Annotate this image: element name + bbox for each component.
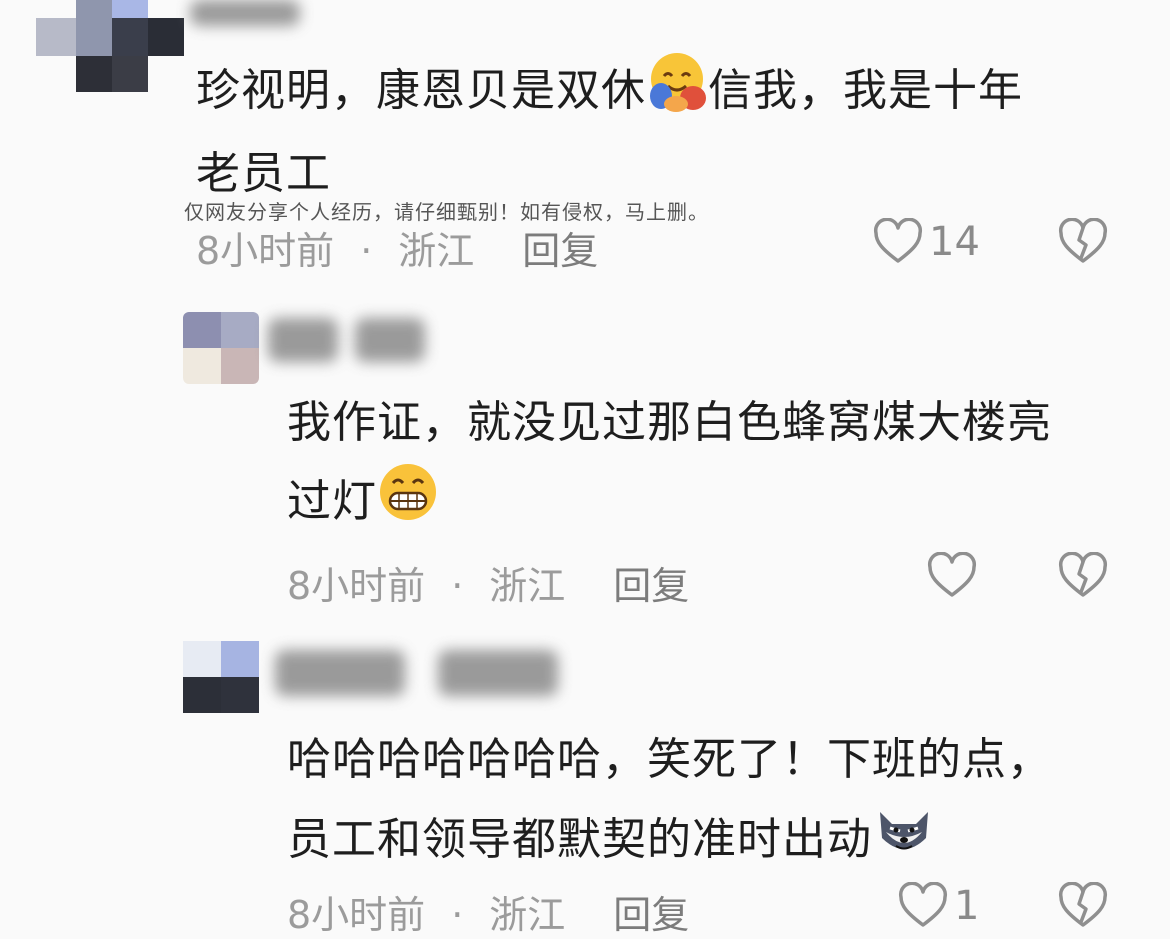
grinning-face-emoji [377, 461, 439, 547]
wolf-face-emoji [872, 798, 936, 886]
comment-text: 珍视明，康恩贝是双休 信我，我是十年 老员工 [196, 50, 1126, 212]
avatar[interactable] [36, 0, 184, 92]
reply-button[interactable]: 回复 [522, 229, 598, 273]
separator: · [451, 893, 464, 937]
like-count: 1 [954, 883, 980, 929]
like-button[interactable]: 1 [898, 882, 979, 930]
location: 浙江 [398, 229, 475, 273]
separator: · [360, 229, 373, 273]
heart-outline-icon [873, 218, 923, 263]
comment-text-line: 珍视明，康恩贝是双休 [196, 65, 646, 116]
broken-heart-icon [1058, 551, 1108, 597]
like-count: 14 [929, 219, 980, 265]
heart-outline-icon [898, 882, 948, 927]
broken-heart-icon [1058, 881, 1108, 927]
comment-text: 哈哈哈哈哈哈哈，笑死了！下班的点， 员工和领导都默契的准时出动 [287, 722, 1157, 886]
comment-text-line: 哈哈哈哈哈哈哈，笑死了！下班的点， [287, 734, 1052, 785]
avatar[interactable] [183, 641, 259, 713]
comment-text: 我作证，就没见过那白色蜂窝煤大楼亮 过灯 [287, 385, 1157, 547]
comment-text-line: 过灯 [287, 476, 377, 527]
broken-heart-icon [1058, 217, 1108, 263]
like-button[interactable]: 14 [873, 218, 980, 266]
comment-text-line: 我作证，就没见过那白色蜂窝煤大楼亮 [287, 397, 1052, 448]
location: 浙江 [489, 893, 566, 937]
separator: · [451, 564, 464, 608]
avatar[interactable] [183, 312, 259, 384]
username-blurred[interactable] [190, 0, 300, 30]
hugging-face-emoji [646, 50, 708, 136]
heart-outline-icon [927, 552, 977, 597]
comment-meta: 8小时前 · 浙江 回复 [287, 555, 689, 610]
location: 浙江 [489, 564, 566, 608]
reply-button[interactable]: 回复 [613, 893, 689, 937]
reply-button[interactable]: 回复 [613, 564, 689, 608]
comment-text-line: 信我，我是十年 [708, 65, 1023, 116]
comment-text-line: 员工和领导都默契的准时出动 [287, 814, 872, 865]
dislike-button[interactable] [1058, 881, 1108, 934]
username-blurred[interactable] [275, 650, 559, 700]
dislike-button[interactable] [1058, 551, 1108, 604]
comment-meta: 8小时前 · 浙江 回复 [196, 220, 598, 275]
timestamp: 8小时前 [287, 564, 426, 608]
timestamp: 8小时前 [196, 229, 335, 273]
dislike-button[interactable] [1058, 217, 1108, 270]
username-blurred[interactable] [268, 318, 426, 366]
timestamp: 8小时前 [287, 893, 426, 937]
comment-meta: 8小时前 · 浙江 回复 [287, 884, 689, 939]
comment-text-line: 老员工 [196, 148, 331, 199]
like-button[interactable] [927, 552, 983, 600]
